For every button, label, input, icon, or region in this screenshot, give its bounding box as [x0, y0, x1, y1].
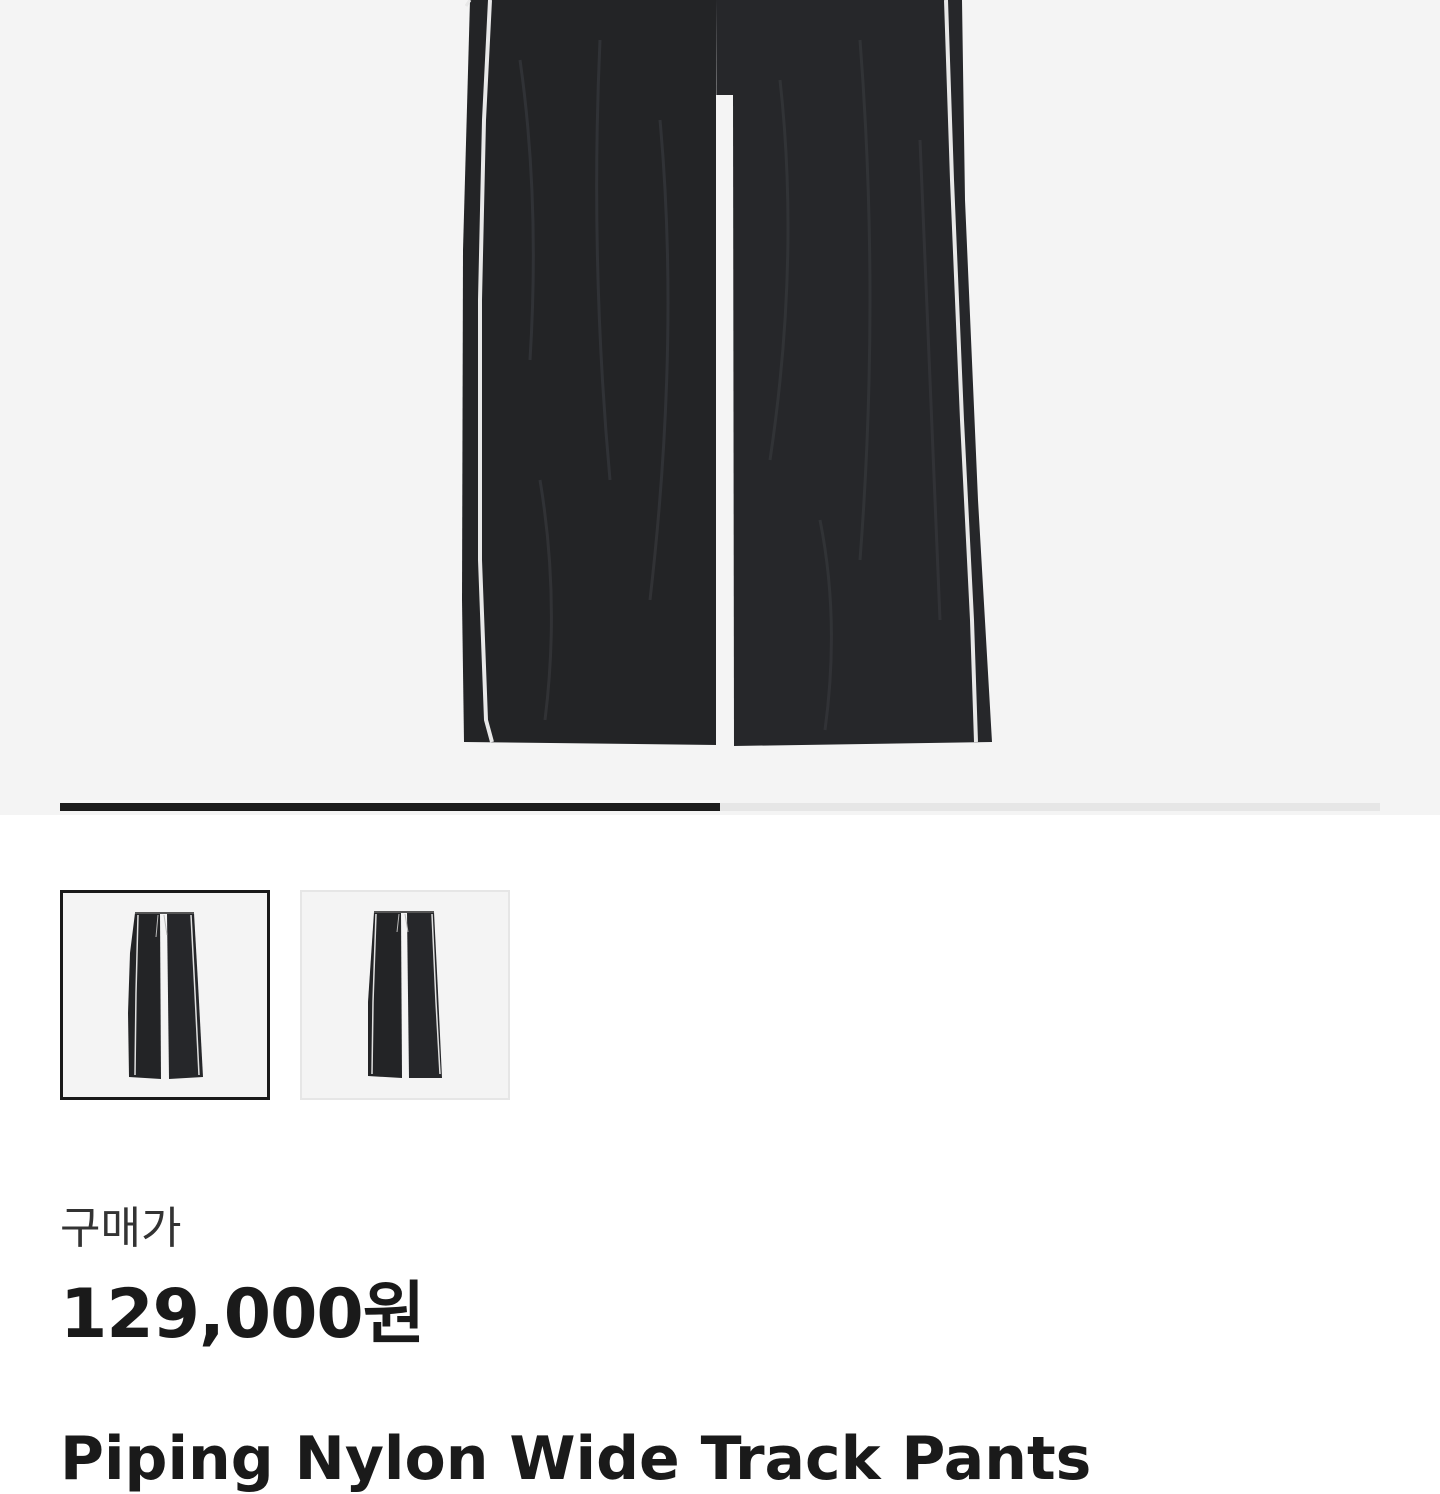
thumbnail-2[interactable]: [300, 890, 510, 1100]
gallery-progress-indicator: [60, 803, 720, 811]
price-label: 구매가: [60, 1203, 182, 1254]
thumbnail-image: [128, 912, 203, 1079]
product-name: Piping Nylon Wide Track Pants: [60, 1424, 1092, 1494]
thumbnail-image: [368, 911, 442, 1078]
main-product-image: [462, 0, 992, 748]
price-value: 129,000원: [60, 1275, 425, 1354]
product-image-gallery[interactable]: [0, 0, 1440, 815]
gallery-progress-bar: [60, 803, 1380, 811]
thumbnail-1[interactable]: [60, 890, 270, 1100]
